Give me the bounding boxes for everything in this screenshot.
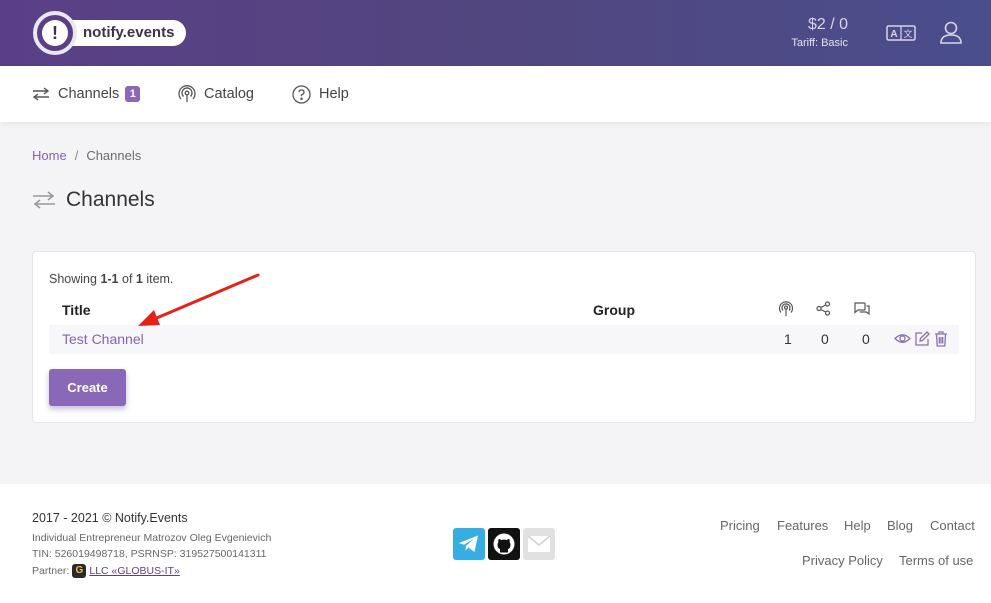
footer-link-contact[interactable]: Contact — [930, 518, 975, 533]
logo-bubble-icon: ! — [33, 11, 77, 55]
column-header-group[interactable]: Group — [593, 302, 635, 318]
chat-icon — [853, 301, 871, 321]
page-title: Channels — [32, 188, 155, 212]
legal-entity-text: Individual Entrepreneur Matrozov Oleg Ev… — [32, 532, 272, 544]
footer-link-help[interactable]: Help — [844, 518, 871, 533]
globus-logo-icon: G — [72, 564, 87, 578]
footer: 2017 - 2021 © Notify.Events Individual E… — [0, 484, 991, 603]
github-icon[interactable] — [488, 528, 520, 560]
exchange-arrows-icon — [33, 191, 55, 209]
page-title-text: Channels — [66, 188, 155, 211]
create-button[interactable]: Create — [49, 369, 126, 406]
partner-link[interactable]: LLC «GLOBUS-IT» — [89, 565, 179, 577]
column-header-title[interactable]: Title — [62, 302, 91, 318]
edit-icon[interactable] — [914, 331, 930, 352]
nav-channels[interactable]: Channels 1 — [32, 66, 141, 122]
summary-prefix: Showing — [49, 272, 101, 286]
logo-text: notify.events — [69, 20, 187, 46]
tariff-label: Tariff: Basic — [791, 37, 848, 49]
recipients-count: 0 — [821, 331, 829, 347]
delete-trash-icon[interactable] — [934, 331, 948, 352]
nav-catalog[interactable]: Catalog — [178, 66, 254, 122]
svg-text:文: 文 — [903, 28, 912, 40]
view-eye-icon[interactable] — [894, 331, 911, 351]
nav-help-label: Help — [319, 86, 349, 102]
translate-icon[interactable]: A 文 — [886, 25, 916, 46]
share-icon — [816, 301, 831, 321]
email-icon[interactable] — [523, 528, 555, 560]
footer-link-terms[interactable]: Terms of use — [899, 553, 973, 568]
footer-link-features[interactable]: Features — [777, 518, 828, 533]
telegram-icon[interactable] — [453, 528, 485, 560]
messages-count: 0 — [862, 331, 870, 347]
exchange-arrows-icon — [32, 87, 50, 101]
breadcrumb-home-link[interactable]: Home — [32, 148, 67, 163]
copyright-text: 2017 - 2021 © Notify.Events — [32, 511, 188, 525]
partner-label: Partner: — [32, 565, 70, 577]
top-header: ! notify.events $2 / 0 Tariff: Basic A 文 — [0, 0, 991, 66]
svg-text:A: A — [890, 29, 897, 40]
annotation-arrow-icon — [138, 273, 260, 326]
footer-link-pricing[interactable]: Pricing — [720, 518, 760, 533]
footer-link-blog[interactable]: Blog — [887, 518, 913, 533]
channel-title-link[interactable]: Test Channel — [62, 331, 144, 347]
balance-amount: $2 / 0 — [807, 16, 848, 33]
nav-channels-label: Channels — [58, 86, 120, 102]
sources-count: 1 — [784, 331, 792, 347]
logo-symbol: ! — [42, 20, 68, 46]
breadcrumb-separator: / — [74, 148, 79, 163]
user-icon[interactable] — [938, 20, 964, 51]
summary-range: 1-1 — [100, 272, 119, 286]
footer-link-privacy[interactable]: Privacy Policy — [802, 553, 883, 568]
question-circle-icon — [292, 84, 311, 104]
nav-catalog-label: Catalog — [204, 86, 254, 102]
breadcrumb-current: Channels — [86, 148, 142, 163]
broadcast-icon — [178, 85, 196, 102]
partner-line: Partner: G LLC «GLOBUS-IT» — [32, 564, 180, 578]
main-nav: Channels 1 Catalog Help — [0, 66, 991, 122]
breadcrumb: Home / Channels — [32, 148, 141, 163]
legal-ids-text: TIN: 526019498718, PSRNSP: 3195275001413… — [32, 548, 267, 560]
balance-widget[interactable]: $2 / 0 Tariff: Basic — [780, 16, 848, 49]
channels-count-badge: 1 — [125, 86, 141, 102]
logo[interactable]: ! notify.events — [33, 11, 187, 55]
broadcast-icon — [778, 301, 794, 322]
nav-help[interactable]: Help — [292, 66, 349, 122]
